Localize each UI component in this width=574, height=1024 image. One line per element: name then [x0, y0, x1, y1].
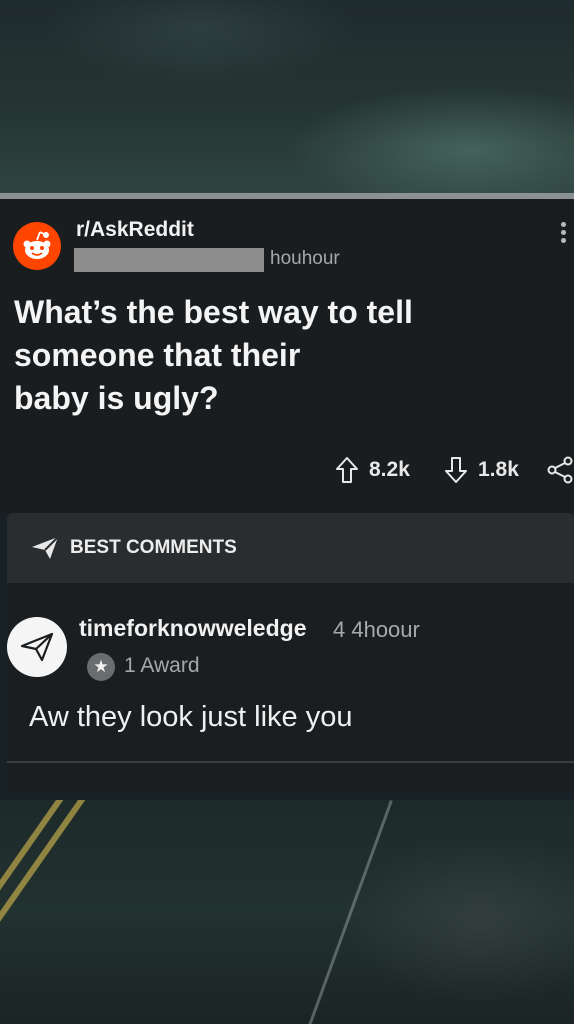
downvote-count: 1.8k [478, 458, 519, 481]
comment-divider [7, 761, 574, 763]
road-line [0, 800, 97, 1024]
post-title[interactable]: What’s the best way to tell someone that… [14, 291, 464, 420]
upvote-button[interactable]: 8.2k [335, 453, 410, 487]
comments-header: BEST COMMENTS [7, 513, 574, 583]
background-top [0, 0, 574, 196]
paper-plane-icon [32, 536, 59, 559]
share-icon [547, 456, 573, 484]
comment-username[interactable]: timeforknowweledge [79, 615, 306, 642]
post-title-line: someone that their [14, 337, 301, 373]
best-comments-label[interactable]: BEST COMMENTS [70, 537, 237, 559]
comment-body: Aw they look just like you [29, 701, 353, 733]
comments-card: BEST COMMENTS timeforknowweledge 4 4hoou… [7, 513, 574, 791]
subreddit-name[interactable]: r/AskReddit [76, 218, 194, 242]
subreddit-avatar[interactable] [13, 222, 61, 270]
post-title-line: What’s the best way to tell [14, 294, 413, 330]
upvote-count: 8.2k [369, 458, 410, 481]
comment-time: 4 4hoour [333, 617, 420, 642]
reddit-snoo-icon [23, 231, 51, 259]
post-time: houhour [270, 248, 340, 269]
road-line [0, 800, 75, 1024]
redacted-username [74, 248, 264, 272]
star-icon: ★ [87, 653, 115, 681]
share-button[interactable] [546, 453, 574, 487]
commenter-avatar[interactable] [7, 617, 67, 677]
downvote-button[interactable]: 1.8k [444, 453, 519, 487]
road-edge [301, 800, 393, 1024]
paper-plane-icon [20, 632, 54, 662]
upvote-icon [336, 457, 358, 483]
background-bottom [0, 800, 574, 1024]
kebab-menu-icon[interactable] [558, 222, 568, 246]
post-title-line: baby is ugly? [14, 380, 219, 416]
award-label[interactable]: 1 Award [124, 654, 200, 678]
downvote-icon [445, 457, 467, 483]
